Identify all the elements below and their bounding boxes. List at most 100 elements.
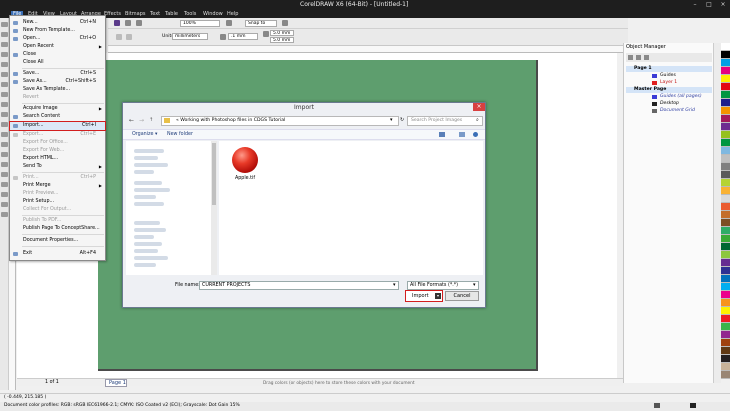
- layer-row-desktop[interactable]: Desktop: [626, 101, 712, 107]
- menu-help[interactable]: Help: [227, 11, 238, 17]
- menu-item-save-as-template[interactable]: Save As Template...: [10, 86, 105, 94]
- color-swatch[interactable]: [721, 67, 730, 75]
- docker-tabs[interactable]: [713, 43, 721, 383]
- rectangle-tool-icon[interactable]: [1, 82, 8, 87]
- color-swatch[interactable]: [721, 211, 730, 219]
- menu-item-exit[interactable]: Exit Alt+F4: [10, 250, 105, 258]
- show-object-properties-icon[interactable]: [628, 55, 633, 60]
- color-swatch[interactable]: [721, 275, 730, 283]
- forward-arrow-icon[interactable]: →: [139, 117, 144, 124]
- color-swatch[interactable]: [721, 163, 730, 171]
- menu-item-export-html[interactable]: Export HTML...: [10, 155, 105, 163]
- menu-text[interactable]: Text: [150, 11, 160, 17]
- nav-item[interactable]: [134, 228, 166, 232]
- view-options-icon[interactable]: [439, 132, 445, 137]
- menu-effects[interactable]: Effects: [104, 11, 121, 17]
- layer-row-guides[interactable]: Guides: [626, 73, 712, 79]
- color-swatch[interactable]: [721, 43, 730, 51]
- duplicate-x-input[interactable]: 5.0 mm: [270, 30, 294, 36]
- landscape-icon[interactable]: [126, 34, 132, 40]
- nav-item[interactable]: [134, 256, 168, 260]
- eyedropper-tool-icon[interactable]: [1, 182, 8, 187]
- file-name-input[interactable]: CURRENT PROJECTS: [199, 281, 399, 290]
- page-counter[interactable]: 1 of 1: [45, 380, 59, 385]
- color-swatch[interactable]: [721, 75, 730, 83]
- ellipse-tool-icon[interactable]: [1, 92, 8, 97]
- color-swatch[interactable]: [721, 187, 730, 195]
- navigation-scrollbar[interactable]: [211, 141, 217, 275]
- nav-item[interactable]: [134, 188, 170, 192]
- dimension-tool-icon[interactable]: [1, 142, 8, 147]
- color-swatch[interactable]: [721, 267, 730, 275]
- address-bar[interactable]: « Working with Photoshop files in CDGS T…: [161, 116, 399, 126]
- smart-fill-icon[interactable]: [1, 72, 8, 77]
- layer-row-page-1[interactable]: Page 1: [626, 66, 712, 72]
- basic-shapes-icon[interactable]: [1, 112, 8, 117]
- menu-item-acquire-image[interactable]: Acquire Image ▶: [10, 105, 105, 113]
- layer-row-master-page[interactable]: Master Page: [626, 87, 712, 93]
- close-icon[interactable]: ×: [718, 1, 728, 9]
- menu-item-close[interactable]: Close: [10, 51, 105, 59]
- layer-row-guides-all-pages[interactable]: Guides (all pages): [626, 94, 712, 100]
- color-swatch[interactable]: [721, 371, 730, 379]
- color-swatch[interactable]: [721, 91, 730, 99]
- layer-row-document-grid[interactable]: Document Grid: [626, 108, 712, 114]
- horizontal-ruler[interactable]: [108, 46, 628, 53]
- color-swatch[interactable]: [721, 331, 730, 339]
- scrollbar-thumb[interactable]: [212, 143, 216, 205]
- nav-item[interactable]: [134, 263, 156, 267]
- nav-item[interactable]: [134, 163, 168, 167]
- portrait-icon[interactable]: [116, 34, 122, 40]
- minimize-icon[interactable]: –: [690, 1, 700, 9]
- menu-item-import[interactable]: Import... Ctrl+I: [9, 121, 106, 131]
- menu-item-open-recent[interactable]: Open Recent ▶: [10, 43, 105, 51]
- color-swatch[interactable]: [721, 363, 730, 371]
- transparency-tool-icon[interactable]: [1, 172, 8, 177]
- color-swatch[interactable]: [721, 139, 730, 147]
- cancel-button[interactable]: Cancel: [445, 291, 479, 301]
- color-swatch[interactable]: [721, 355, 730, 363]
- color-swatch[interactable]: [721, 291, 730, 299]
- menu-item-save[interactable]: Save... Ctrl+S: [10, 70, 105, 78]
- outline-pen-icon[interactable]: [1, 192, 8, 197]
- menu-item-close-all[interactable]: Close All: [10, 59, 105, 67]
- menu-tools[interactable]: Tools: [184, 11, 196, 17]
- menu-item-print-setup[interactable]: Print Setup...: [10, 198, 105, 206]
- new-folder-button[interactable]: New folder: [167, 132, 193, 137]
- maximize-icon[interactable]: □: [704, 1, 714, 9]
- color-swatch[interactable]: [721, 219, 730, 227]
- color-swatch[interactable]: [721, 155, 730, 163]
- fill-tool-icon[interactable]: [1, 202, 8, 207]
- color-swatch[interactable]: [721, 259, 730, 267]
- application-launcher-icon[interactable]: [125, 20, 131, 26]
- menu-item-save-as[interactable]: Save As... Ctrl+Shift+S: [10, 78, 105, 86]
- polygon-tool-icon[interactable]: [1, 102, 8, 107]
- color-swatch[interactable]: [721, 115, 730, 123]
- zoom-level-select[interactable]: 100%: [180, 20, 220, 27]
- color-swatch[interactable]: [721, 123, 730, 131]
- color-swatch[interactable]: [721, 195, 730, 203]
- color-swatch[interactable]: [721, 171, 730, 179]
- pick-tool-icon[interactable]: [1, 22, 8, 27]
- nav-item[interactable]: [134, 249, 158, 253]
- color-swatch[interactable]: [721, 147, 730, 155]
- fill-color-icon[interactable]: [654, 403, 660, 408]
- table-tool-icon[interactable]: [1, 132, 8, 137]
- nav-item[interactable]: [134, 221, 160, 225]
- interactive-fill-icon[interactable]: [1, 212, 8, 217]
- options-icon[interactable]: [282, 20, 288, 26]
- nav-item[interactable]: [134, 149, 164, 153]
- import-options-arrow-icon[interactable]: ▾: [435, 293, 441, 299]
- file-type-dropdown-icon[interactable]: ▾: [473, 282, 476, 288]
- text-tool-icon[interactable]: [1, 122, 8, 127]
- back-arrow-icon[interactable]: ←: [129, 117, 134, 124]
- file-name-dropdown-icon[interactable]: ▾: [393, 282, 396, 288]
- help-icon[interactable]: [473, 132, 478, 137]
- color-swatch[interactable]: [721, 131, 730, 139]
- outline-color-icon[interactable]: [690, 403, 696, 408]
- color-swatch[interactable]: [721, 315, 730, 323]
- color-swatch[interactable]: [721, 227, 730, 235]
- import-button[interactable]: Import ▾: [405, 290, 443, 302]
- refresh-icon[interactable]: ↻: [400, 117, 404, 123]
- crop-tool-icon[interactable]: [1, 42, 8, 47]
